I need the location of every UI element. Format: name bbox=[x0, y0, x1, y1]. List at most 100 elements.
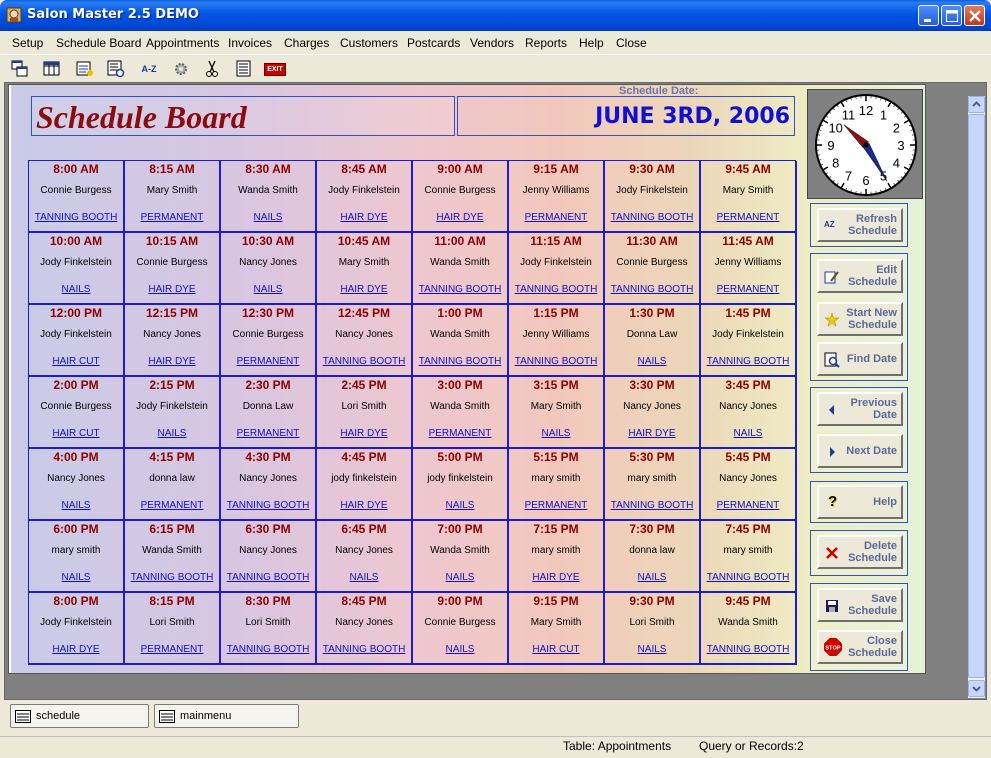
schedule-slot[interactable]: 8:00 AM Connie Burgess TANNING BOOTH bbox=[29, 161, 125, 233]
slot-service-link[interactable]: HAIR DYE bbox=[29, 644, 123, 655]
slot-service-link[interactable]: TANNING BOOTH bbox=[221, 572, 315, 583]
menu-vendors[interactable]: Vendors bbox=[470, 36, 514, 50]
schedule-slot[interactable]: 8:15 AM Mary Smith PERMANENT bbox=[125, 161, 221, 233]
slot-service-link[interactable]: NAILS bbox=[605, 644, 699, 655]
schedule-slot[interactable]: 5:30 PM mary smith TANNING BOOTH bbox=[605, 449, 701, 521]
menu-help[interactable]: Help bbox=[579, 36, 604, 50]
edit-schedule-button[interactable]: Edit Schedule bbox=[817, 259, 903, 293]
previous-date-button[interactable]: Previous Date bbox=[817, 392, 903, 426]
schedule-slot[interactable]: 11:15 AM Jody Finkelstein TANNING BOOTH bbox=[509, 233, 605, 305]
schedule-slot[interactable]: 12:30 PM Connie Burgess PERMANENT bbox=[221, 305, 317, 377]
scroll-thumb[interactable] bbox=[968, 114, 985, 678]
schedule-slot[interactable]: 12:15 PM Nancy Jones HAIR DYE bbox=[125, 305, 221, 377]
slot-service-link[interactable]: PERMANENT bbox=[125, 500, 219, 511]
slot-service-link[interactable]: TANNING BOOTH bbox=[605, 284, 699, 295]
toolbar-exit-button[interactable]: EXIT bbox=[263, 57, 287, 81]
slot-service-link[interactable]: TANNING BOOTH bbox=[509, 356, 603, 367]
slot-service-link[interactable]: TANNING BOOTH bbox=[317, 644, 411, 655]
schedule-slot[interactable]: 2:30 PM Donna Law PERMANENT bbox=[221, 377, 317, 449]
slot-service-link[interactable]: HAIR DYE bbox=[509, 572, 603, 583]
slot-service-link[interactable]: TANNING BOOTH bbox=[29, 212, 123, 223]
start-new-schedule-button[interactable]: Start New Schedule bbox=[817, 302, 903, 336]
delete-schedule-button[interactable]: Delete Schedule bbox=[817, 535, 903, 569]
schedule-slot[interactable]: 6:45 PM Nancy Jones NAILS bbox=[317, 521, 413, 593]
schedule-slot[interactable]: 9:00 AM Connie Burgess HAIR DYE bbox=[413, 161, 509, 233]
slot-service-link[interactable]: NAILS bbox=[413, 572, 507, 583]
slot-service-link[interactable]: NAILS bbox=[509, 428, 603, 439]
schedule-slot[interactable]: 7:30 PM donna law NAILS bbox=[605, 521, 701, 593]
menu-charges[interactable]: Charges bbox=[284, 36, 329, 50]
menu-customers[interactable]: Customers bbox=[340, 36, 398, 50]
schedule-slot[interactable]: 8:15 PM Lori Smith PERMANENT bbox=[125, 593, 221, 665]
schedule-slot[interactable]: 2:00 PM Connie Burgess HAIR CUT bbox=[29, 377, 125, 449]
slot-service-link[interactable]: TANNING BOOTH bbox=[125, 572, 219, 583]
slot-service-link[interactable]: NAILS bbox=[413, 500, 507, 511]
schedule-slot[interactable]: 12:00 PM Jody Finkelstein HAIR CUT bbox=[29, 305, 125, 377]
menu-schedule-board[interactable]: Schedule Board bbox=[56, 36, 141, 50]
schedule-slot[interactable]: 5:45 PM Nancy Jones PERMANENT bbox=[701, 449, 797, 521]
slot-service-link[interactable]: NAILS bbox=[29, 500, 123, 511]
schedule-slot[interactable]: 4:00 PM Nancy Jones NAILS bbox=[29, 449, 125, 521]
slot-service-link[interactable]: NAILS bbox=[221, 284, 315, 295]
slot-service-link[interactable]: HAIR DYE bbox=[317, 212, 411, 223]
find-date-button[interactable]: Find Date bbox=[817, 342, 903, 376]
schedule-slot[interactable]: 9:30 AM Jody Finkelstein TANNING BOOTH bbox=[605, 161, 701, 233]
scroll-down-button[interactable] bbox=[968, 680, 985, 697]
schedule-slot[interactable]: 1:00 PM Wanda Smith TANNING BOOTH bbox=[413, 305, 509, 377]
slot-service-link[interactable]: HAIR CUT bbox=[29, 428, 123, 439]
toolbar-list-button[interactable] bbox=[232, 57, 256, 81]
slot-service-link[interactable]: HAIR DYE bbox=[317, 284, 411, 295]
slot-service-link[interactable]: TANNING BOOTH bbox=[701, 572, 795, 583]
slot-service-link[interactable]: TANNING BOOTH bbox=[413, 356, 507, 367]
slot-service-link[interactable]: HAIR DYE bbox=[317, 428, 411, 439]
schedule-slot[interactable]: 3:00 PM Wanda Smith PERMANENT bbox=[413, 377, 509, 449]
schedule-slot[interactable]: 8:30 PM Lori Smith TANNING BOOTH bbox=[221, 593, 317, 665]
save-schedule-button[interactable]: Save Schedule bbox=[817, 588, 903, 622]
schedule-slot[interactable]: 1:15 PM Jenny Williams TANNING BOOTH bbox=[509, 305, 605, 377]
slot-service-link[interactable]: HAIR CUT bbox=[509, 644, 603, 655]
schedule-slot[interactable]: 6:30 PM Nancy Jones TANNING BOOTH bbox=[221, 521, 317, 593]
menu-reports[interactable]: Reports bbox=[525, 36, 567, 50]
toolbar-schedule-button[interactable] bbox=[73, 57, 97, 81]
tab-schedule[interactable]: schedule bbox=[10, 704, 149, 728]
slot-service-link[interactable]: TANNING BOOTH bbox=[509, 284, 603, 295]
slot-service-link[interactable]: PERMANENT bbox=[221, 356, 315, 367]
slot-service-link[interactable]: HAIR CUT bbox=[29, 356, 123, 367]
slot-service-link[interactable]: TANNING BOOTH bbox=[605, 500, 699, 511]
schedule-slot[interactable]: 5:00 PM jody finkelstein NAILS bbox=[413, 449, 509, 521]
schedule-slot[interactable]: 8:45 AM Jody Finkelstein HAIR DYE bbox=[317, 161, 413, 233]
slot-service-link[interactable]: TANNING BOOTH bbox=[701, 356, 795, 367]
schedule-slot[interactable]: 11:30 AM Connie Burgess TANNING BOOTH bbox=[605, 233, 701, 305]
slot-service-link[interactable]: PERMANENT bbox=[701, 212, 795, 223]
schedule-slot[interactable]: 4:45 PM jody finkelstein HAIR DYE bbox=[317, 449, 413, 521]
schedule-slot[interactable]: 4:30 PM Nancy Jones TANNING BOOTH bbox=[221, 449, 317, 521]
slot-service-link[interactable]: NAILS bbox=[605, 356, 699, 367]
slot-service-link[interactable]: HAIR DYE bbox=[413, 212, 507, 223]
schedule-slot[interactable]: 9:45 AM Mary Smith PERMANENT bbox=[701, 161, 797, 233]
slot-service-link[interactable]: HAIR DYE bbox=[125, 284, 219, 295]
close-window-button[interactable] bbox=[964, 5, 985, 26]
slot-service-link[interactable]: PERMANENT bbox=[701, 500, 795, 511]
slot-service-link[interactable]: TANNING BOOTH bbox=[221, 644, 315, 655]
slot-service-link[interactable]: NAILS bbox=[221, 212, 315, 223]
schedule-slot[interactable]: 8:45 PM Nancy Jones TANNING BOOTH bbox=[317, 593, 413, 665]
slot-service-link[interactable]: HAIR DYE bbox=[125, 356, 219, 367]
schedule-slot[interactable]: 6:00 PM mary smith NAILS bbox=[29, 521, 125, 593]
schedule-slot[interactable]: 2:15 PM Jody Finkelstein NAILS bbox=[125, 377, 221, 449]
schedule-slot[interactable]: 2:45 PM Lori Smith HAIR DYE bbox=[317, 377, 413, 449]
menu-close[interactable]: Close bbox=[616, 36, 647, 50]
slot-service-link[interactable]: NAILS bbox=[317, 572, 411, 583]
slot-service-link[interactable]: HAIR DYE bbox=[605, 428, 699, 439]
help-button[interactable]: ? Help bbox=[817, 485, 903, 519]
slot-service-link[interactable]: HAIR DYE bbox=[317, 500, 411, 511]
minimize-button[interactable] bbox=[918, 5, 939, 26]
slot-service-link[interactable]: NAILS bbox=[29, 284, 123, 295]
schedule-slot[interactable]: 11:00 AM Wanda Smith TANNING BOOTH bbox=[413, 233, 509, 305]
schedule-slot[interactable]: 10:30 AM Nancy Jones NAILS bbox=[221, 233, 317, 305]
schedule-slot[interactable]: 10:15 AM Connie Burgess HAIR DYE bbox=[125, 233, 221, 305]
schedule-slot[interactable]: 1:30 PM Donna Law NAILS bbox=[605, 305, 701, 377]
slot-service-link[interactable]: PERMANENT bbox=[413, 428, 507, 439]
tab-mainmenu[interactable]: mainmenu bbox=[154, 704, 299, 728]
slot-service-link[interactable]: PERMANENT bbox=[125, 644, 219, 655]
toolbar-calendar-button[interactable] bbox=[40, 57, 64, 81]
